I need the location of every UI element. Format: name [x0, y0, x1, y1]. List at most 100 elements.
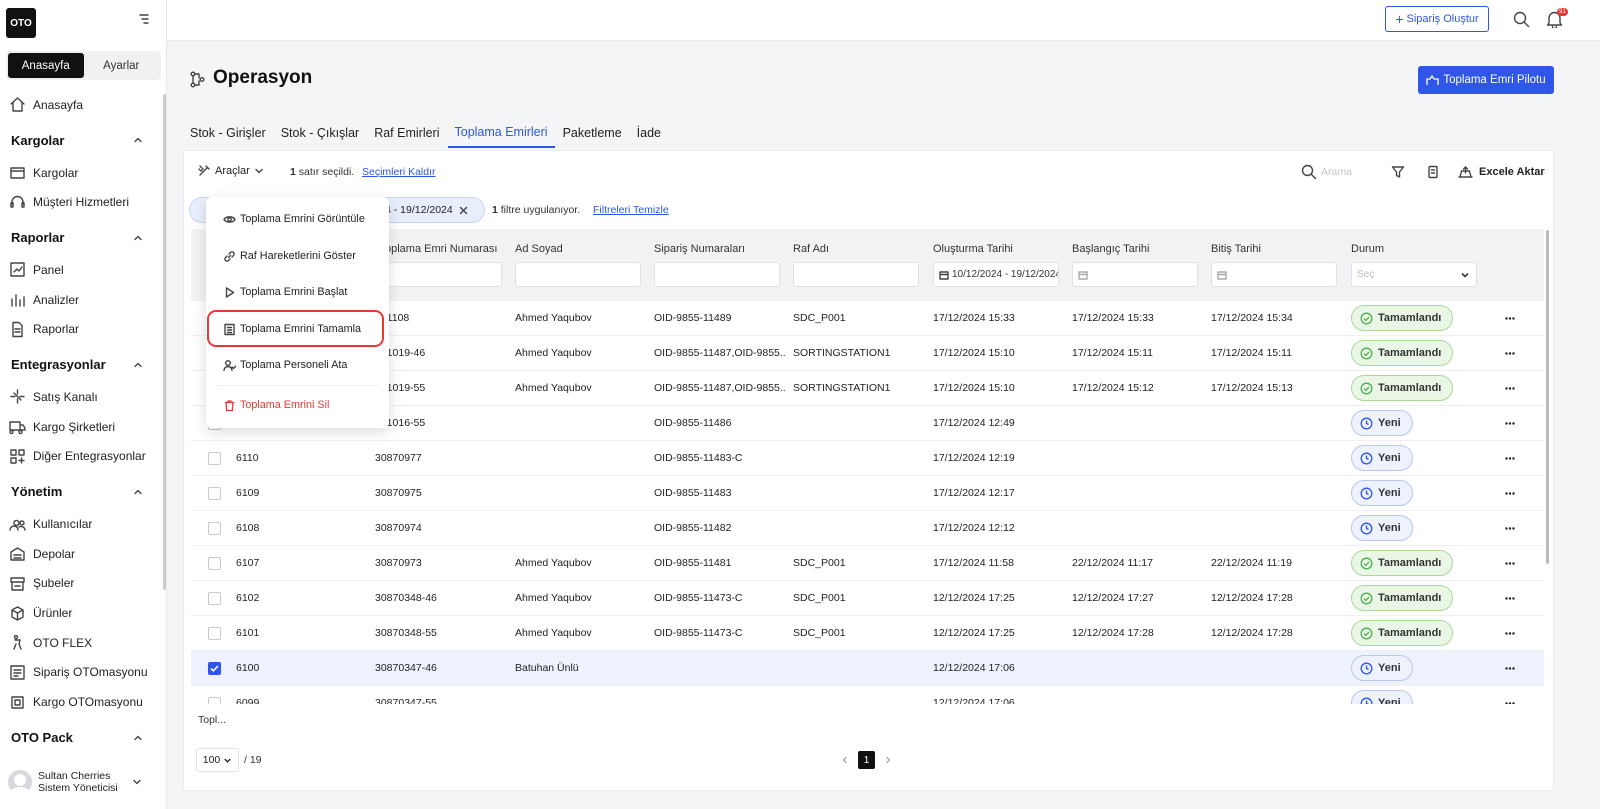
chevron-left-icon[interactable] — [840, 755, 850, 765]
tab-stock-out[interactable]: Stok - Çıkışlar — [274, 118, 367, 148]
segment-home[interactable]: Anasayfa — [8, 53, 84, 78]
columns-icon[interactable] — [1427, 165, 1439, 179]
row-checkbox[interactable] — [208, 592, 221, 605]
more-actions-icon[interactable] — [1505, 597, 1515, 600]
row-checkbox[interactable] — [208, 557, 221, 570]
sidebar-item-products[interactable]: Ürünler — [0, 598, 167, 628]
row-checkbox[interactable] — [208, 662, 221, 675]
header-status[interactable]: Durum — [1351, 243, 1384, 255]
shelf-filter-input[interactable] — [793, 262, 919, 287]
sidebar-item-users[interactable]: Kullanıcılar — [0, 509, 167, 539]
table-row[interactable]: 6099 30870347-55 12/12/2024 17:06 Yeni — [191, 686, 1544, 704]
more-actions-icon[interactable] — [1505, 632, 1515, 635]
segment-settings[interactable]: Ayarlar — [84, 53, 160, 78]
row-checkbox[interactable] — [208, 487, 221, 500]
menu-item-assign-staff[interactable]: Toplama Personeli Ata — [206, 350, 389, 380]
status-filter-select[interactable]: Seç — [1351, 262, 1477, 287]
clear-filters-link[interactable]: Filtreleri Temizle — [593, 204, 669, 216]
name-filter-input[interactable] — [515, 262, 641, 287]
excel-export-button[interactable]: Excele Aktar — [1457, 165, 1545, 179]
more-actions-icon[interactable] — [1505, 422, 1515, 425]
table-row[interactable]: 6102 30870348-46 Ahmed Yaqubov OID-9855-114… — [191, 581, 1544, 616]
table-row[interactable]: 6100 30870347-46 Batuhan Ünlü 12/12/2024 17… — [191, 651, 1544, 686]
table-scrollbar[interactable] — [1546, 230, 1549, 564]
chevron-right-icon[interactable] — [883, 755, 893, 765]
table-row[interactable]: 6107 30870973 Ahmed Yaqubov OID-9855-11481 S… — [191, 546, 1544, 581]
search-icon[interactable] — [1513, 11, 1530, 28]
pilot-button[interactable]: Toplama Emri Pilotu — [1418, 66, 1554, 94]
sidebar-item-other-integrations[interactable]: Diğer Entegrasyonlar — [0, 442, 167, 472]
sidebar-item-home[interactable]: Anasayfa — [0, 90, 167, 120]
header-name[interactable]: Ad Soyad — [515, 243, 563, 255]
chevron-up-icon[interactable] — [133, 487, 143, 497]
collapse-menu-icon[interactable] — [138, 13, 150, 25]
header-orders[interactable]: Sipariş Numaraları — [654, 243, 745, 255]
end-date-filter[interactable] — [1211, 262, 1337, 287]
sidebar-item-order-automation[interactable]: Sipariş OTOmasyonu — [0, 658, 167, 688]
more-actions-icon[interactable] — [1505, 667, 1515, 670]
tab-stock-in[interactable]: Stok - Girişler — [183, 118, 273, 148]
menu-item-view-order[interactable]: Toplama Emrini Görüntüle — [206, 204, 389, 234]
more-actions-icon[interactable] — [1505, 387, 1515, 390]
sidebar-item-cargo-companies[interactable]: Kargo Şirketleri — [0, 412, 167, 442]
filter-icon[interactable] — [1391, 165, 1405, 179]
sidebar-item-reports[interactable]: Raporlar — [0, 314, 167, 344]
sidebar-item-panel[interactable]: Panel — [0, 255, 167, 285]
table-row[interactable]: 371019-46 Ahmed Yaqubov OID-9855-11487,OID… — [191, 336, 1544, 371]
sidebar-section-header[interactable]: Entegrasyonlar — [0, 347, 167, 382]
table-row[interactable]: 371108 Ahmed Yaqubov OID-9855-11489 SDC_P00… — [191, 301, 1544, 336]
table-row[interactable]: 371019-55 Ahmed Yaqubov OID-9855-11487,OID… — [191, 371, 1544, 406]
clear-selection-link[interactable]: Seçimleri Kaldır — [362, 166, 436, 178]
sidebar-item-oto-flex[interactable]: OTO FLEX — [0, 628, 167, 658]
chevron-down-icon[interactable] — [132, 777, 142, 787]
header-end[interactable]: Bitiş Tarihi — [1211, 243, 1261, 255]
chevron-up-icon[interactable] — [133, 360, 143, 370]
menu-item-start-order[interactable]: Toplama Emrini Başlat — [206, 277, 389, 307]
sidebar-section-header[interactable]: Raporlar — [0, 220, 167, 255]
sidebar-item-sales-channel[interactable]: Satış Kanalı — [0, 382, 167, 412]
sidebar-item-cargo-automation[interactable]: Kargo OTOmasyonu — [0, 687, 167, 717]
table-row[interactable]: 371016-55 OID-9855-11486 17/12/2024 12:49 Y… — [191, 406, 1544, 441]
page-size-select[interactable]: 100 — [196, 748, 239, 772]
more-actions-icon[interactable] — [1505, 702, 1515, 704]
sidebar-item-analytics[interactable]: Analizler — [0, 285, 167, 315]
sidebar-section-header[interactable]: Yönetim — [0, 474, 167, 509]
row-checkbox[interactable] — [208, 697, 221, 704]
order-no-filter-input[interactable] — [385, 262, 502, 287]
table-row[interactable]: 6110 30870977 OID-9855-11483-C 17/12/2024 1… — [191, 441, 1544, 476]
more-actions-icon[interactable] — [1505, 317, 1515, 320]
tools-dropdown-button[interactable]: Araçlar — [198, 164, 264, 177]
more-actions-icon[interactable] — [1505, 492, 1515, 495]
orders-filter-input[interactable] — [654, 262, 780, 287]
chevron-up-icon[interactable] — [133, 733, 143, 743]
table-row[interactable]: 6109 30870975 OID-9855-11483 17/12/2024 12:… — [191, 476, 1544, 511]
table-row[interactable]: 6101 30870348-55 Ahmed Yaqubov OID-9855-114… — [191, 616, 1544, 651]
tab-returns[interactable]: İade — [630, 118, 668, 148]
chevron-up-icon[interactable] — [133, 233, 143, 243]
more-actions-icon[interactable] — [1505, 352, 1515, 355]
menu-item-shelf-movements[interactable]: Raf Hareketlerini Göster — [206, 241, 389, 271]
more-actions-icon[interactable] — [1505, 457, 1515, 460]
sidebar-item-cargo[interactable]: Kargolar — [0, 158, 167, 188]
header-start[interactable]: Başlangıç Tarihi — [1072, 243, 1149, 255]
table-row[interactable]: 6108 30870974 OID-9855-11482 17/12/2024 12:… — [191, 511, 1544, 546]
header-shelf[interactable]: Raf Adı — [793, 243, 829, 255]
header-order-no[interactable]: oplama Emri Numarası — [385, 243, 497, 255]
sidebar-section-header[interactable]: OTO Pack — [0, 720, 167, 750]
more-actions-icon[interactable] — [1505, 527, 1515, 530]
start-date-filter[interactable] — [1072, 262, 1198, 287]
table-search[interactable]: Arama — [1301, 164, 1352, 180]
menu-item-delete-order[interactable]: Toplama Emrini Sil — [206, 390, 389, 420]
more-actions-icon[interactable] — [1505, 562, 1515, 565]
sidebar-section-header[interactable]: Kargolar — [0, 123, 167, 158]
tab-shelf-orders[interactable]: Raf Emirleri — [367, 118, 446, 148]
filter-chip[interactable]: 4 - 19/12/2024 — [385, 197, 485, 223]
sidebar-item-customer-service[interactable]: Müşteri Hizmetleri — [0, 187, 167, 217]
user-profile[interactable]: Sultan Cherries Sistem Yöneticisi — [0, 762, 167, 802]
chevron-up-icon[interactable] — [133, 135, 143, 145]
oto-logo[interactable]: OTO — [6, 8, 36, 38]
tab-packing[interactable]: Paketleme — [556, 118, 629, 148]
tab-picking-orders[interactable]: Toplama Emirleri — [447, 118, 555, 148]
created-date-filter[interactable]: 10/12/2024 - 19/12/2024 — [933, 262, 1059, 287]
sidebar-item-branches[interactable]: Şubeler — [0, 569, 167, 599]
